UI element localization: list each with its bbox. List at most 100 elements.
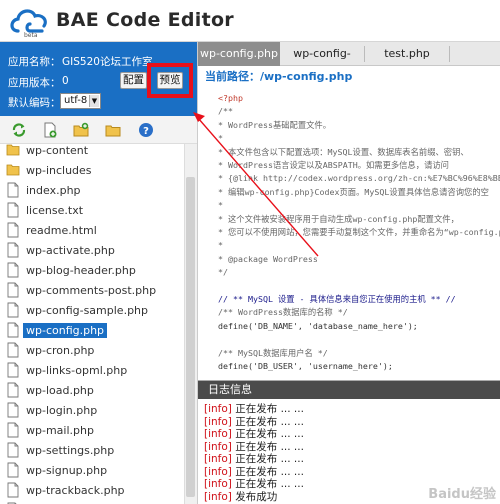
file-tree-item[interactable]: wp-cron.php <box>6 340 94 360</box>
code-line: /** <box>218 106 233 117</box>
app-version-label: 应用版本： <box>8 77 61 89</box>
file-tree-item-label: wp-trackback.php <box>26 483 125 497</box>
app-info-panel: 应用名称： GIS520论坛工作室 应用版本： 0 配置 预览 默认编码： ut… <box>0 42 197 116</box>
file-icon <box>7 282 19 298</box>
file-icon <box>7 222 19 238</box>
code-line: * <box>218 240 223 251</box>
code-line: * 编辑wp-config.php}Codex页面。MySQL设置具体信息请咨询… <box>218 186 489 197</box>
code-line: * 这个文件被安装程序用于自动生成wp-config.php配置文件， <box>218 213 459 224</box>
code-line: * WordPress基础配置文件。 <box>218 119 332 130</box>
file-tree-item-label: wp-cron.php <box>26 343 95 357</box>
encoding-select[interactable]: utf-8 ▼ <box>60 93 101 109</box>
file-tree-item[interactable]: wp-content <box>6 144 88 160</box>
file-tree-item[interactable]: wp-trackback.php <box>6 480 125 500</box>
code-line: define('DB_NAME', 'database_name_here'); <box>218 320 418 331</box>
file-tree-item-label: wp-signup.php <box>26 463 108 477</box>
file-tree-item[interactable]: readme.html <box>6 220 97 240</box>
code-line: /** WordPress数据库的名称 */ <box>218 307 348 318</box>
log-tag: [info] <box>204 440 232 453</box>
file-tree-item[interactable]: wp-mail.php <box>6 420 94 440</box>
log-panel-title: 日志信息 <box>198 381 500 399</box>
file-icon <box>7 422 19 438</box>
folder-icon <box>6 164 20 176</box>
file-tree-item[interactable]: index.php <box>6 180 81 200</box>
left-panel: 应用名称： GIS520论坛工作室 应用版本： 0 配置 预览 默认编码： ut… <box>0 42 197 504</box>
code-line: * 您可以不使用网站，您需要手动复制这个文件，并重命名为“wp-config.p… <box>218 227 500 237</box>
log-tag: [info] <box>204 415 232 428</box>
encoding-value: utf-8 <box>64 95 88 106</box>
file-tree-item-label: wp-config-sample.php <box>26 303 149 317</box>
log-line: [info] 正在发布 ... ... <box>204 453 304 465</box>
tab-wp-config[interactable]: wp-config.php <box>198 42 280 66</box>
app-version-value: 0 <box>62 75 69 87</box>
log-message: 正在发布 ... ... <box>231 403 304 415</box>
file-toolbar: ? <box>0 116 197 144</box>
code-line: * <box>218 133 223 144</box>
file-tree-item[interactable]: wp-blog-header.php <box>6 260 136 280</box>
log-tag: [info] <box>204 465 232 478</box>
refresh-icon[interactable] <box>10 121 28 139</box>
preview-highlight-box <box>147 63 193 98</box>
file-tree-item[interactable]: xmlrpc.php <box>6 500 88 504</box>
code-line: * <box>218 200 223 211</box>
log-message: 发布成功 <box>231 490 278 503</box>
file-tree: wp-content wp-includes index.php license.tx… <box>0 144 183 504</box>
open-folder-icon[interactable] <box>104 121 122 139</box>
config-button[interactable]: 配置 <box>120 72 147 89</box>
log-message: 正在发布 ... ... <box>231 453 304 465</box>
code-editor[interactable]: <?php /** * WordPress基础配置文件。 * * 本文件包含以下配… <box>198 88 500 380</box>
log-line: [info] 发布成功 <box>204 491 277 503</box>
svg-text:?: ? <box>143 126 149 137</box>
log-line: [info] 正在发布 ... ... <box>204 416 304 428</box>
new-file-icon[interactable] <box>41 121 59 139</box>
log-message: 正在发布 ... ... <box>231 478 304 490</box>
file-tree-item-label: wp-settings.php <box>26 443 115 457</box>
help-icon[interactable]: ? <box>137 121 155 139</box>
file-tree-item[interactable]: wp-activate.php <box>6 240 115 260</box>
file-icon <box>7 462 19 478</box>
file-icon <box>7 322 19 338</box>
file-tree-item[interactable]: wp-load.php <box>6 380 94 400</box>
log-tag: [info] <box>204 478 232 490</box>
log-line: [info] 正在发布 ... ... <box>204 466 304 478</box>
file-icon <box>7 242 19 258</box>
log-message: 正在发布 ... ... <box>231 428 304 440</box>
log-tag: [info] <box>204 428 232 440</box>
editor-window: beta BAE Code Editor 应用名称： GIS520论坛工作室 应… <box>0 0 500 504</box>
file-tree-item[interactable]: wp-config-sample.php <box>6 300 148 320</box>
tab-test[interactable]: test.php <box>365 42 449 66</box>
file-tree-item[interactable]: wp-settings.php <box>6 440 114 460</box>
file-tree-item[interactable]: wp-signup.php <box>6 460 107 480</box>
file-tree-item[interactable]: wp-links-opml.php <box>6 360 127 380</box>
current-path-label: 当前路径： <box>205 70 260 83</box>
file-icon <box>7 302 19 318</box>
code-line: // ** MySQL 设置 - 具体信息来自您正在使用的主机 ** // <box>218 294 456 304</box>
file-icon <box>7 362 19 378</box>
code-line: define('DB_USER', 'username_here'); <box>218 361 393 371</box>
log-line: [info] 正在发布 ... ... <box>204 403 304 415</box>
file-icon <box>7 182 19 198</box>
file-tree-item-label: readme.html <box>26 223 97 237</box>
code-line: * @package WordPress <box>218 253 318 264</box>
app-title: BAE Code Editor <box>56 9 234 31</box>
log-tag: [info] <box>204 490 232 503</box>
log-tag: [info] <box>204 403 232 415</box>
file-tree-item[interactable]: wp-includes <box>6 160 92 180</box>
file-icon <box>7 262 19 278</box>
file-tree-item[interactable]: license.txt <box>6 200 83 220</box>
new-folder-icon[interactable] <box>72 121 90 139</box>
file-tree-item[interactable]: wp-config.php <box>6 320 108 340</box>
file-icon <box>7 382 19 398</box>
file-icon <box>7 342 19 358</box>
tab-wp-config-sample[interactable]: wp-config- <box>280 42 364 66</box>
tab-separator <box>449 46 450 62</box>
current-path-bar: 当前路径：/wp-config.php <box>198 66 500 88</box>
file-icon <box>7 482 19 498</box>
chevron-down-icon: ▼ <box>89 95 99 107</box>
log-line: [info] 正在发布 ... ... <box>204 428 304 440</box>
file-tree-item[interactable]: wp-comments-post.php <box>6 280 156 300</box>
file-tree-scroll-thumb[interactable] <box>186 177 195 497</box>
log-message: 正在发布 ... ... <box>231 440 304 453</box>
file-tree-item-label: wp-includes <box>26 163 92 177</box>
file-tree-item[interactable]: wp-login.php <box>6 400 97 420</box>
